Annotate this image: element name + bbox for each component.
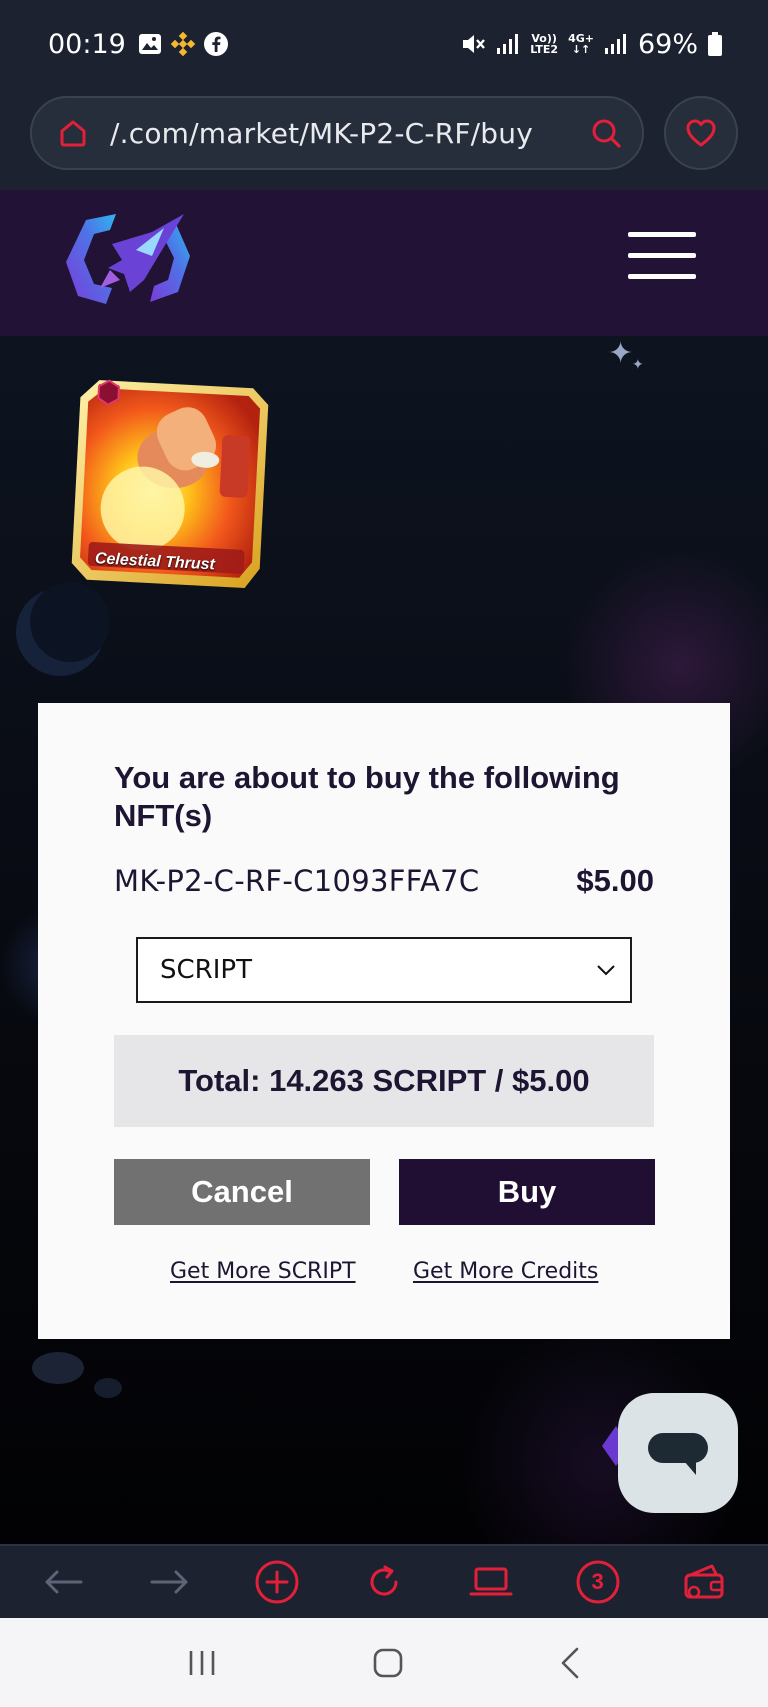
- signal-icon-2: [604, 34, 626, 54]
- battery-percent: 69%: [637, 28, 698, 60]
- url-text[interactable]: /.com/market/MK-P2-C-RF/buy: [110, 117, 590, 150]
- heart-icon: [686, 119, 716, 147]
- get-more-credits-link[interactable]: Get More Credits: [413, 1259, 598, 1284]
- network-type: 4G+ ↓↑: [568, 32, 594, 56]
- status-time: 00:19: [48, 28, 126, 60]
- tabs-button[interactable]: 3: [568, 1552, 628, 1612]
- nft-card[interactable]: Celestial Thrust: [67, 373, 274, 595]
- facebook-icon: [203, 32, 228, 56]
- laptop-icon: [469, 1567, 513, 1596]
- signal-icon: [497, 34, 519, 54]
- buy-button[interactable]: Buy: [399, 1159, 655, 1225]
- cancel-button[interactable]: Cancel: [114, 1159, 370, 1225]
- favorite-button[interactable]: [664, 96, 738, 170]
- arrow-left-icon: [45, 1570, 83, 1594]
- asteroid-icon: [32, 1352, 122, 1398]
- browser-bottom-nav: 3: [0, 1544, 768, 1618]
- plus-circle-icon: [255, 1560, 299, 1604]
- nft-item-price: $5.00: [576, 863, 654, 898]
- recent-apps-icon[interactable]: [187, 1648, 217, 1678]
- new-tab-button[interactable]: [247, 1552, 307, 1612]
- menu-line-icon: [628, 232, 696, 237]
- search-icon[interactable]: [590, 117, 622, 149]
- sparkle-icon: ✦: [632, 356, 644, 372]
- gallery-icon: [138, 34, 161, 54]
- browser-toolbar: /.com/market/MK-P2-C-RF/buy: [0, 88, 768, 190]
- currency-select-value: SCRIPT: [160, 955, 252, 985]
- address-bar[interactable]: /.com/market/MK-P2-C-RF/buy: [30, 96, 644, 170]
- total-summary: Total: 14.263 SCRIPT / $5.00: [114, 1035, 654, 1127]
- network-label: Vo)) LTE2: [530, 32, 559, 56]
- arrow-right-icon: [150, 1570, 188, 1594]
- reload-button[interactable]: [354, 1552, 414, 1612]
- get-more-script-link[interactable]: Get More SCRIPT: [170, 1259, 356, 1284]
- modal-title: You are about to buy the following NFT(s…: [114, 760, 620, 833]
- status-bar: 00:19 Vo)) LTE2 4G+ ↓↑ 69%: [0, 0, 768, 88]
- desktop-mode-button[interactable]: [461, 1552, 521, 1612]
- menu-line-icon: [628, 274, 696, 279]
- back-button[interactable]: [33, 1552, 93, 1612]
- nft-line-item: MK-P2-C-RF-C1093FFA7C $5.00: [114, 863, 654, 899]
- mute-icon: [463, 35, 486, 53]
- chevron-down-icon: [597, 965, 615, 976]
- home-button-icon[interactable]: [372, 1647, 404, 1679]
- tabs-count: 3: [591, 1569, 604, 1594]
- planet-icon: [16, 582, 110, 676]
- purchase-modal: You are about to buy the following NFT(s…: [38, 703, 730, 1339]
- binance-icon: [170, 31, 196, 57]
- sparkle-icon: ✦: [608, 337, 634, 370]
- system-back-icon[interactable]: [559, 1646, 581, 1680]
- wallet-icon: [684, 1564, 724, 1599]
- hamburger-menu-button[interactable]: [628, 232, 696, 290]
- currency-select[interactable]: SCRIPT: [136, 937, 632, 1003]
- site-logo[interactable]: [66, 210, 196, 310]
- reload-icon: [370, 1565, 398, 1596]
- chat-button[interactable]: [618, 1393, 738, 1513]
- home-icon[interactable]: [58, 118, 88, 148]
- site-header: [0, 190, 768, 336]
- forward-button[interactable]: [140, 1552, 200, 1612]
- system-navigation-bar: [0, 1618, 768, 1707]
- menu-line-icon: [628, 253, 696, 258]
- chat-bubble-icon: [648, 1433, 708, 1475]
- nft-item-id: MK-P2-C-RF-C1093FFA7C: [114, 864, 480, 898]
- battery-icon: [708, 32, 722, 56]
- wallet-button[interactable]: [674, 1552, 734, 1612]
